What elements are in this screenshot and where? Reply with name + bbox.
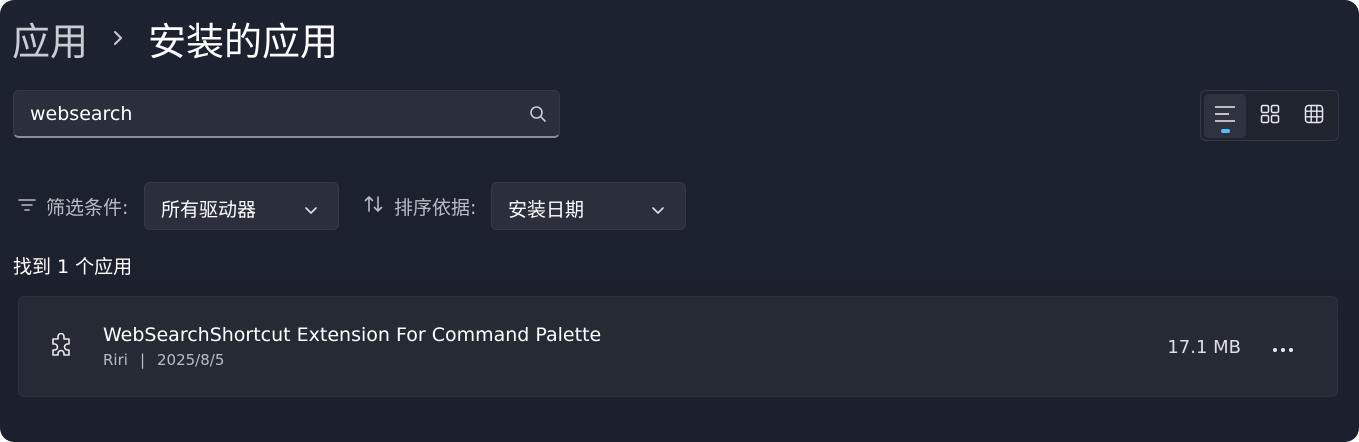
app-meta: Riri | 2025/8/5 [103, 351, 224, 369]
tile-view-button[interactable] [1249, 94, 1291, 138]
tile-view-icon [1260, 104, 1280, 128]
app-install-date: 2025/8/5 [157, 351, 225, 369]
app-name: WebSearchShortcut Extension For Command … [103, 324, 602, 346]
chevron-down-icon [304, 201, 318, 214]
filter-selected-value: 所有驱动器 [161, 199, 257, 221]
app-publisher: Riri [103, 351, 128, 369]
search-box[interactable] [13, 90, 560, 138]
app-list-item[interactable]: WebSearchShortcut Extension For Command … [18, 296, 1338, 397]
list-view-icon [1214, 104, 1236, 128]
sort-label-group: 排序依据: [364, 182, 476, 230]
search-input[interactable] [30, 100, 500, 128]
app-size: 17.1 MB [1167, 337, 1241, 358]
chevron-down-icon [651, 201, 665, 214]
filter-label: 筛选条件: [46, 196, 129, 219]
grid-view-button[interactable] [1293, 94, 1335, 138]
breadcrumb-apps[interactable]: 应用 [12, 11, 88, 66]
settings-window: 应用 安装的应用 websearch 筛选条件: 所有驱动器 排序依据: 安装日… [0, 0, 1359, 442]
filter-label-group: 筛选条件: [18, 182, 128, 230]
meta-separator: | [139, 351, 145, 369]
puzzle-piece-icon [47, 332, 75, 361]
filter-dropdown[interactable]: 所有驱动器 [144, 182, 339, 230]
sort-selected-value: 安装日期 [508, 199, 585, 221]
sort-icon [364, 195, 384, 217]
result-count: 找到 1 个应用 [13, 256, 133, 278]
view-toggle [1200, 90, 1339, 141]
sort-label: 排序依据: [394, 196, 477, 219]
more-options-button[interactable] [1265, 331, 1301, 363]
sort-dropdown[interactable]: 安装日期 [491, 182, 686, 230]
search-icon[interactable] [529, 105, 547, 123]
breadcrumb: 应用 安装的应用 [12, 10, 338, 66]
selected-indicator [1221, 129, 1230, 133]
page-title: 安装的应用 [148, 19, 339, 64]
grid-view-icon [1304, 104, 1324, 128]
more-icon [1272, 338, 1294, 357]
filter-icon [18, 197, 36, 216]
chevron-right-icon [88, 10, 148, 66]
list-view-button[interactable] [1204, 94, 1246, 138]
